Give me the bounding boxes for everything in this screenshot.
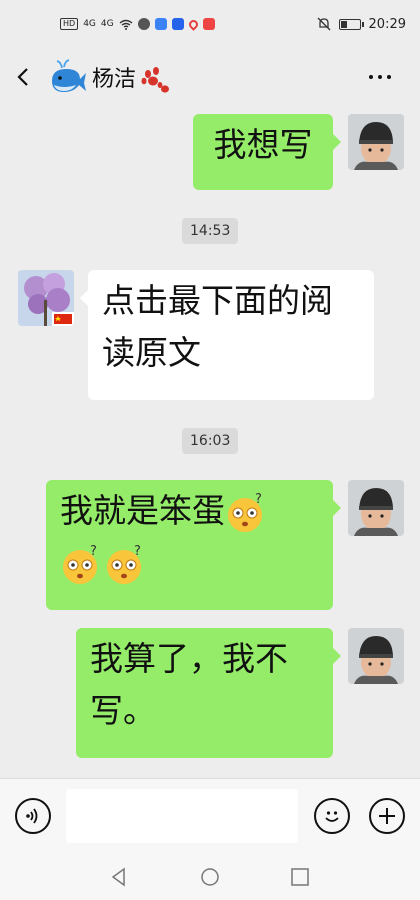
voice-button[interactable] — [15, 798, 51, 834]
message-text-line: 写。 — [90, 691, 156, 730]
message-text-line: 我就是笨蛋? — [60, 485, 319, 537]
message-text-line: 我算了，我不 — [90, 639, 288, 678]
sent-message-bubble[interactable]: 我算了，我不 写。 — [76, 628, 341, 758]
dizzy-face-icon: ? — [107, 544, 141, 584]
timestamp: 14:53 — [182, 218, 239, 244]
app-icon-red — [202, 18, 215, 30]
svg-text:?: ? — [134, 544, 141, 559]
dot — [369, 75, 373, 79]
emoji-line: ?? — [60, 537, 319, 589]
message-text: 我就是笨蛋 — [60, 491, 225, 530]
svg-text:?: ? — [90, 544, 97, 559]
message-text: 我想写 — [213, 125, 313, 164]
message-input[interactable] — [66, 789, 298, 843]
my-avatar[interactable] — [348, 480, 404, 536]
location-pin-icon — [186, 17, 200, 31]
nav-home-icon[interactable] — [199, 866, 221, 888]
dot — [378, 75, 382, 79]
app-icon-bolt — [171, 18, 184, 30]
app-icon-blue — [154, 18, 167, 30]
dot — [387, 75, 391, 79]
status-right: 20:29 — [317, 17, 406, 32]
chevron-left-icon — [17, 68, 28, 86]
contact-avatar[interactable] — [18, 270, 74, 326]
message-text-line: 读原文 — [102, 333, 201, 372]
paw-icon — [141, 67, 170, 93]
mute-bell-icon — [317, 17, 330, 31]
plus-button[interactable] — [369, 798, 405, 834]
received-message-bubble[interactable]: 点击最下面的阅 读原文 — [80, 270, 374, 400]
input-bar — [0, 778, 420, 852]
svg-text:?: ? — [255, 492, 262, 507]
back-button[interactable] — [0, 48, 48, 106]
signal-label-2: 4G — [100, 19, 114, 29]
emoji-icon — [325, 811, 339, 822]
battery-icon — [338, 18, 364, 30]
message-text-line: 点击最下面的阅 — [102, 281, 333, 320]
dizzy-face-icon: ? — [228, 492, 262, 532]
nav-recents-icon[interactable] — [289, 866, 311, 888]
status-icons: HD 4G 4G — [60, 17, 215, 31]
emoji-button[interactable] — [314, 798, 350, 834]
dizzy-face-icon: ? — [63, 544, 97, 584]
plus-icon — [379, 808, 395, 824]
wifi-icon — [119, 19, 133, 30]
nav-back-icon[interactable] — [108, 866, 130, 888]
my-avatar[interactable] — [348, 114, 404, 170]
chat-title: 杨洁 — [48, 57, 170, 97]
timestamp: 16:03 — [182, 428, 239, 454]
more-options-button[interactable] — [362, 63, 398, 91]
clock: 20:29 — [368, 16, 406, 32]
hd-chip: HD — [60, 18, 79, 30]
chat-header: 杨洁 — [0, 48, 420, 106]
sent-message-bubble[interactable]: 我想写 — [193, 114, 341, 190]
whale-icon — [52, 59, 86, 92]
status-bar: HD 4G 4G 20:29 — [0, 0, 420, 48]
message-app-icon — [137, 18, 150, 30]
signal-label: 4G — [83, 19, 96, 29]
voice-icon — [26, 808, 38, 824]
system-navigation-bar — [0, 852, 420, 900]
sent-message-bubble[interactable]: 我就是笨蛋? ?? — [46, 480, 341, 610]
contact-name: 杨洁 — [92, 67, 137, 92]
battery-level — [340, 20, 348, 28]
message-list[interactable]: 我想写 14:53 点击最下面的阅 读原文 16:03 我就是笨蛋? ?? 我算… — [0, 106, 420, 778]
my-avatar[interactable] — [348, 628, 404, 684]
